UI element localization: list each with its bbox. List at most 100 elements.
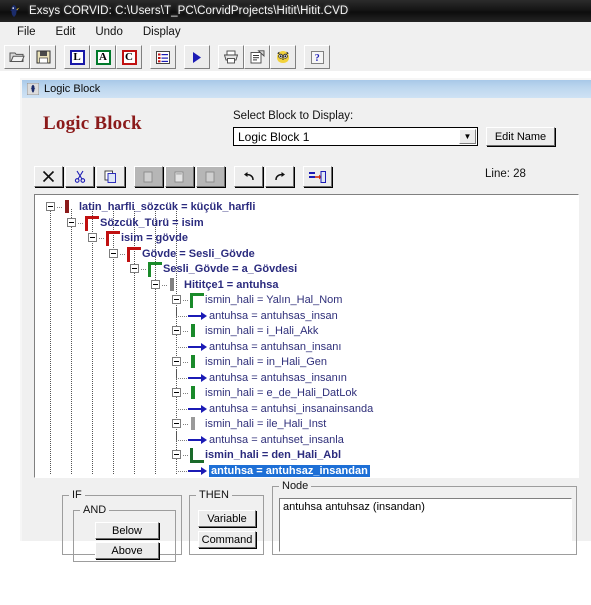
and-group-title: AND (80, 504, 110, 516)
tree-node-marker (148, 262, 162, 277)
then-group-title: THEN (196, 489, 232, 501)
tree-node-marker (190, 448, 204, 463)
menu-item-display[interactable]: Display (134, 24, 190, 41)
tree-expander-icon[interactable] (172, 419, 181, 428)
tree-row[interactable]: antuhsa = antuhsas_insanın (209, 370, 347, 386)
tree-edit-toolbar (34, 163, 401, 190)
tree-row-label: ismin_hali = in_Hali_Gen (205, 356, 327, 368)
run-icon[interactable] (184, 45, 210, 69)
tree-connector (176, 462, 177, 471)
tree-row[interactable]: Gövde = Sesli_Gövde (142, 246, 255, 262)
tree-row[interactable]: ismin_hali = e_de_Hali_DatLok (205, 385, 357, 401)
print-icon[interactable] (218, 45, 244, 69)
tree-row[interactable]: Hititçe1 = antuhsa (184, 277, 278, 293)
action-block-icon[interactable]: A (90, 45, 116, 69)
tree-connector (183, 300, 189, 301)
svg-text:?: ? (314, 53, 319, 64)
undo-button[interactable] (234, 166, 263, 187)
tree-expander-icon[interactable] (130, 264, 139, 273)
logic-tree-panel[interactable]: latin_harfli_sözcük = küçük_harfli Sözcük… (34, 194, 579, 478)
tree-expander-icon[interactable] (151, 279, 160, 289)
tree-node-marker (65, 200, 69, 213)
tree-leaf-arrow-icon (188, 466, 207, 475)
tree-expander-icon[interactable] (109, 248, 118, 258)
tree-row-label: antuhsa = antuhsi_insanainsanda (209, 402, 374, 415)
tree-expander-icon[interactable] (172, 295, 181, 304)
tree-expander-icon[interactable] (46, 202, 55, 211)
tree-row[interactable]: antuhsa = antuhset_insanla (209, 432, 344, 448)
properties-icon[interactable] (244, 45, 270, 69)
action-block-letter: A (95, 49, 111, 65)
edit-name-button[interactable]: Edit Name (486, 127, 555, 146)
tree-leaf-arrow-icon (188, 311, 207, 320)
tree-row[interactable]: Sözcük_Türü = isim (100, 215, 204, 231)
tree-connector (183, 455, 189, 456)
tree-row-label: antuhsa = antuhset_insanla (209, 433, 344, 446)
corvid-bird-icon (6, 3, 22, 19)
paste-above-button (165, 166, 194, 187)
command-block-icon[interactable]: C (116, 45, 142, 69)
tree-row[interactable]: isim = gövde (121, 230, 188, 246)
tree-row[interactable]: Sesli_Gövde = a_Gövdesi (163, 261, 297, 277)
tree-node-marker (170, 277, 174, 291)
node-text-area[interactable]: antuhsa antuhsaz (insandan) (279, 498, 572, 552)
variable-button[interactable]: Variable (198, 510, 256, 527)
tree-expander-icon[interactable] (88, 233, 97, 242)
logic-tree[interactable]: latin_harfli_sözcük = küçük_harfli Sözcük… (35, 195, 578, 478)
menu-bar: File Edit Undo Display (0, 22, 591, 43)
redo-button[interactable] (265, 166, 294, 187)
tree-connector (78, 222, 84, 224)
tree-row[interactable]: ismin_hali = den_Hali_Abl (205, 447, 341, 463)
above-button[interactable]: Above (95, 542, 159, 559)
tree-row[interactable]: ismin_hali = Yalın_Hal_Nom (205, 292, 342, 308)
variables-list-icon[interactable] (150, 45, 176, 69)
page-title: Logic Block (43, 113, 142, 134)
save-icon[interactable] (30, 45, 56, 69)
below-button[interactable]: Below (95, 522, 159, 539)
title-bar: Exsys CORVID: C:\Users\T_PC\CorvidProjec… (0, 0, 591, 23)
tree-expander-icon[interactable] (172, 450, 181, 459)
indent-button[interactable] (303, 166, 332, 187)
paste-into-button (196, 166, 225, 187)
tree-expander-icon[interactable] (172, 357, 181, 366)
logic-block-body: Logic Block Select Block to Display: Log… (22, 98, 591, 562)
menu-item-edit[interactable]: Edit (47, 24, 85, 41)
chevron-down-icon[interactable]: ▼ (459, 129, 476, 144)
tree-row[interactable]: antuhsa = antuhsan_insanı (209, 339, 341, 355)
logic-block-icon[interactable]: L (64, 45, 90, 69)
tree-row[interactable]: antuhsa = antuhsaz_insandan (209, 463, 370, 478)
tree-row[interactable]: latin_harfli_sözcük = küçük_harfli (79, 199, 255, 215)
block-select-dropdown[interactable]: Logic Block 1 ▼ (233, 127, 478, 146)
tree-row-label: antuhsa = antuhsas_insan (209, 309, 338, 322)
delete-button[interactable] (34, 166, 63, 187)
tree-expander-icon[interactable] (172, 326, 181, 335)
menu-item-undo[interactable]: Undo (86, 24, 132, 41)
cut-button[interactable] (65, 166, 94, 187)
tree-row[interactable]: ismin_hali = in_Hali_Gen (205, 354, 327, 370)
tree-row[interactable]: antuhsa = antuhsas_insan (209, 308, 338, 324)
tree-row-label: ismin_hali = i_Hali_Akk (205, 325, 319, 337)
open-folder-icon[interactable] (4, 45, 30, 69)
tree-leaf-arrow-icon (188, 342, 207, 351)
menu-item-file[interactable]: File (8, 24, 45, 41)
bottom-panels: IF AND Below Above THEN Variable Command (34, 480, 579, 562)
block-select-value: Logic Block 1 (238, 129, 310, 144)
tree-row-label-selected: antuhsa = antuhsaz_insandan (209, 464, 370, 477)
owl-icon[interactable] (270, 45, 296, 69)
tree-row[interactable]: ismin_hali = ile_Hali_Inst (205, 416, 326, 432)
corvid-bird-icon-small (26, 83, 39, 96)
tree-expander-icon[interactable] (67, 217, 76, 227)
main-toolbar: L A C ? (0, 42, 591, 72)
copy-button[interactable] (96, 166, 125, 187)
tree-connector (176, 431, 177, 440)
tree-expander-icon[interactable] (172, 388, 181, 397)
tree-row[interactable]: ismin_hali = i_Hali_Akk (205, 323, 318, 339)
tree-connector (176, 307, 177, 316)
tree-node-marker (106, 231, 120, 246)
tree-connector (183, 393, 189, 394)
tree-connector (176, 346, 188, 348)
tree-row[interactable]: antuhsa = antuhsi_insanainsanda (209, 401, 373, 417)
help-icon[interactable]: ? (304, 45, 330, 69)
tree-node-marker (85, 215, 99, 231)
and-group: AND Below Above (73, 504, 176, 562)
